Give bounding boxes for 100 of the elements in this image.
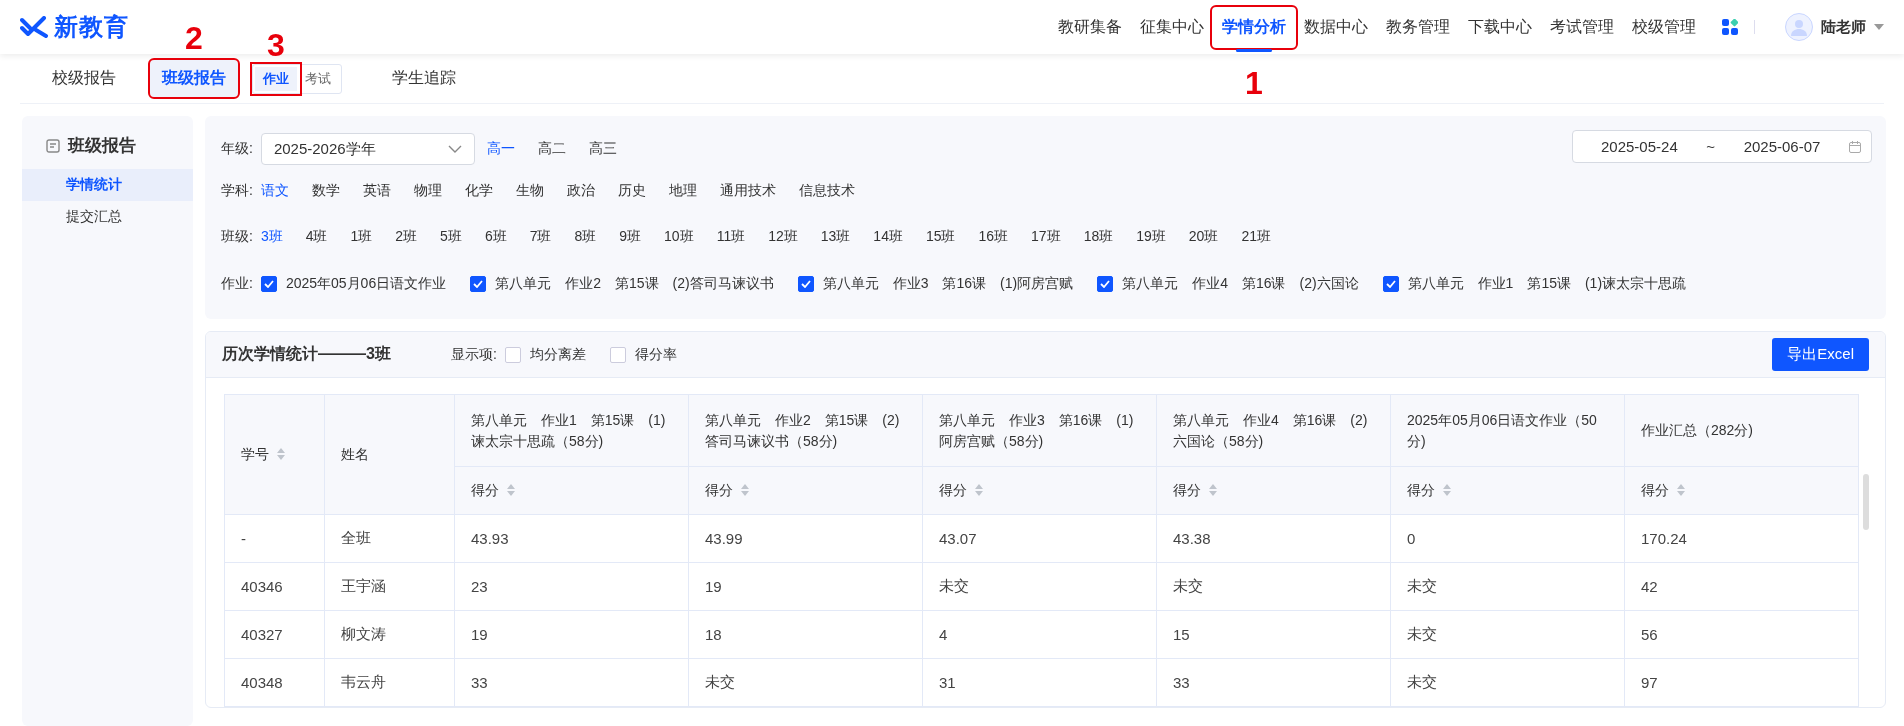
class-option[interactable]: 19班 — [1136, 228, 1166, 246]
logo-icon — [20, 16, 50, 38]
nav-item[interactable]: 征集中心 — [1132, 8, 1212, 46]
table-cell: 15 — [1156, 610, 1391, 659]
sort-icon[interactable] — [507, 484, 515, 497]
grade-option[interactable]: 高一 — [486, 140, 515, 158]
subject-option[interactable]: 地理 — [668, 181, 697, 200]
class-option[interactable]: 16班 — [978, 228, 1009, 246]
sidebar-item[interactable]: 学情统计 — [22, 169, 193, 201]
sort-icon[interactable] — [277, 448, 285, 461]
class-option[interactable]: 13班 — [820, 228, 851, 246]
nav-item[interactable]: 数据中心 — [1296, 8, 1376, 46]
nav-item[interactable]: 教研集备 — [1050, 8, 1130, 46]
table-cell: 97 — [1624, 658, 1859, 707]
table-cell: 40348 — [224, 658, 325, 707]
class-option[interactable]: 11班 — [716, 228, 746, 246]
class-option[interactable]: 2班 — [395, 228, 418, 246]
checkbox-label: 第八单元 作业1 第15课 (1)谏太宗十思疏 — [1407, 275, 1687, 293]
class-option[interactable]: 10班 — [664, 228, 694, 246]
class-option[interactable]: 3班 — [260, 228, 283, 246]
checkbox[interactable] — [1097, 276, 1114, 292]
checkbox[interactable] — [260, 276, 277, 292]
sub-tab[interactable]: 考试 — [297, 66, 339, 91]
grade-option[interactable]: 高三 — [588, 140, 617, 158]
scrollbar-thumb[interactable] — [1863, 474, 1869, 530]
class-option[interactable]: 15班 — [925, 228, 956, 246]
display-label: 显示项: — [450, 345, 497, 364]
table-cell: 0 — [1390, 514, 1625, 563]
apps-icon[interactable] — [1722, 19, 1738, 35]
column-header: 得分 — [705, 481, 733, 501]
export-button[interactable]: 导出Excel — [1772, 338, 1869, 371]
subject-option[interactable]: 生物 — [515, 181, 544, 200]
class-option[interactable]: 5班 — [440, 228, 462, 246]
table-cell: 18 — [688, 610, 923, 659]
class-option[interactable]: 6班 — [484, 228, 507, 246]
table-cell: 19 — [454, 610, 689, 659]
subject-option[interactable]: 数学 — [311, 181, 340, 200]
year-select[interactable]: 2025-2026学年 — [260, 133, 475, 165]
class-option[interactable]: 14班 — [873, 228, 903, 246]
subject-option[interactable]: 通用技术 — [719, 181, 776, 200]
checkbox[interactable] — [470, 276, 487, 292]
subject-option[interactable]: 历史 — [617, 181, 646, 200]
sort-icon[interactable] — [975, 484, 983, 497]
card-title: 历次学情统计———3班 — [222, 344, 391, 364]
class-option[interactable]: 18班 — [1083, 228, 1114, 246]
sort-icon[interactable] — [1677, 484, 1685, 497]
subject-option[interactable]: 英语 — [362, 181, 391, 200]
grade-option[interactable]: 高二 — [537, 140, 566, 158]
sidebar-title: 班级报告 — [68, 135, 136, 157]
class-option[interactable]: 7班 — [529, 228, 552, 246]
checkbox-label: 2025年05月06日语文作业 — [285, 275, 447, 293]
nav-item[interactable]: 下载中心 — [1460, 8, 1540, 46]
tab[interactable]: 校级报告 — [40, 60, 128, 97]
user-name[interactable]: 陆老师 — [1821, 17, 1866, 37]
table-cell: 未交 — [1390, 610, 1625, 659]
checkbox[interactable] — [1382, 276, 1399, 292]
column-header: 姓名 — [341, 445, 369, 465]
chevron-icon — [447, 145, 462, 153]
class-option[interactable]: 1班 — [350, 228, 373, 246]
check-icon — [800, 280, 811, 288]
check-icon — [473, 280, 484, 288]
table-cell: 56 — [1624, 610, 1859, 659]
table-cell: 33 — [454, 658, 689, 707]
date-range-field[interactable]: 2025-05-24 ~ 2025-06-07 — [1572, 130, 1872, 163]
checkbox-label: 第八单元 作业2 第15课 (2)答司马谏议书 — [495, 275, 774, 293]
column-header: 作业汇总（282分) — [1641, 422, 1754, 439]
sort-icon[interactable] — [1209, 484, 1217, 497]
table-cell: 43.93 — [454, 514, 689, 563]
report-icon — [46, 138, 60, 153]
nav-item[interactable]: 考试管理 — [1542, 8, 1622, 46]
subject-option[interactable]: 政治 — [566, 181, 595, 200]
class-option[interactable]: 21班 — [1241, 228, 1271, 246]
calendar-icon — [1848, 140, 1861, 153]
subject-option[interactable]: 物理 — [413, 181, 442, 200]
class-option[interactable]: 17班 — [1031, 228, 1061, 246]
sort-icon[interactable] — [741, 484, 749, 497]
class-option[interactable]: 9班 — [619, 228, 642, 246]
class-option[interactable]: 12班 — [768, 228, 798, 246]
subject-option[interactable]: 化学 — [464, 181, 493, 200]
sidebar-item[interactable]: 提交汇总 — [22, 201, 193, 233]
table-cell: 170.24 — [1624, 514, 1859, 563]
class-option[interactable]: 8班 — [574, 228, 597, 246]
nav-item[interactable]: 教务管理 — [1378, 8, 1458, 46]
table-cell: 23 — [454, 562, 689, 611]
avatar[interactable] — [1785, 13, 1813, 41]
table-cell: 未交 — [1156, 562, 1391, 611]
tab[interactable]: 学生追踪 — [380, 60, 468, 97]
table-cell: 43.38 — [1156, 514, 1391, 563]
subject-option[interactable]: 语文 — [260, 181, 289, 200]
column-header: 第八单元 作业4 第16课 (2)六国论（58分) — [1173, 412, 1368, 449]
subject-option[interactable]: 信息技术 — [798, 181, 855, 200]
checkbox-label: 第八单元 作业3 第16课 (1)阿房宫赋 — [822, 275, 1074, 293]
class-option[interactable]: 20班 — [1188, 228, 1219, 246]
sort-icon[interactable] — [1443, 484, 1451, 497]
checkbox[interactable] — [797, 276, 814, 292]
class-option[interactable]: 4班 — [305, 228, 328, 246]
table-cell: 未交 — [1390, 658, 1625, 707]
caret-icon[interactable] — [1874, 24, 1884, 30]
table-cell: 40346 — [224, 562, 325, 611]
nav-item[interactable]: 校级管理 — [1624, 8, 1704, 46]
